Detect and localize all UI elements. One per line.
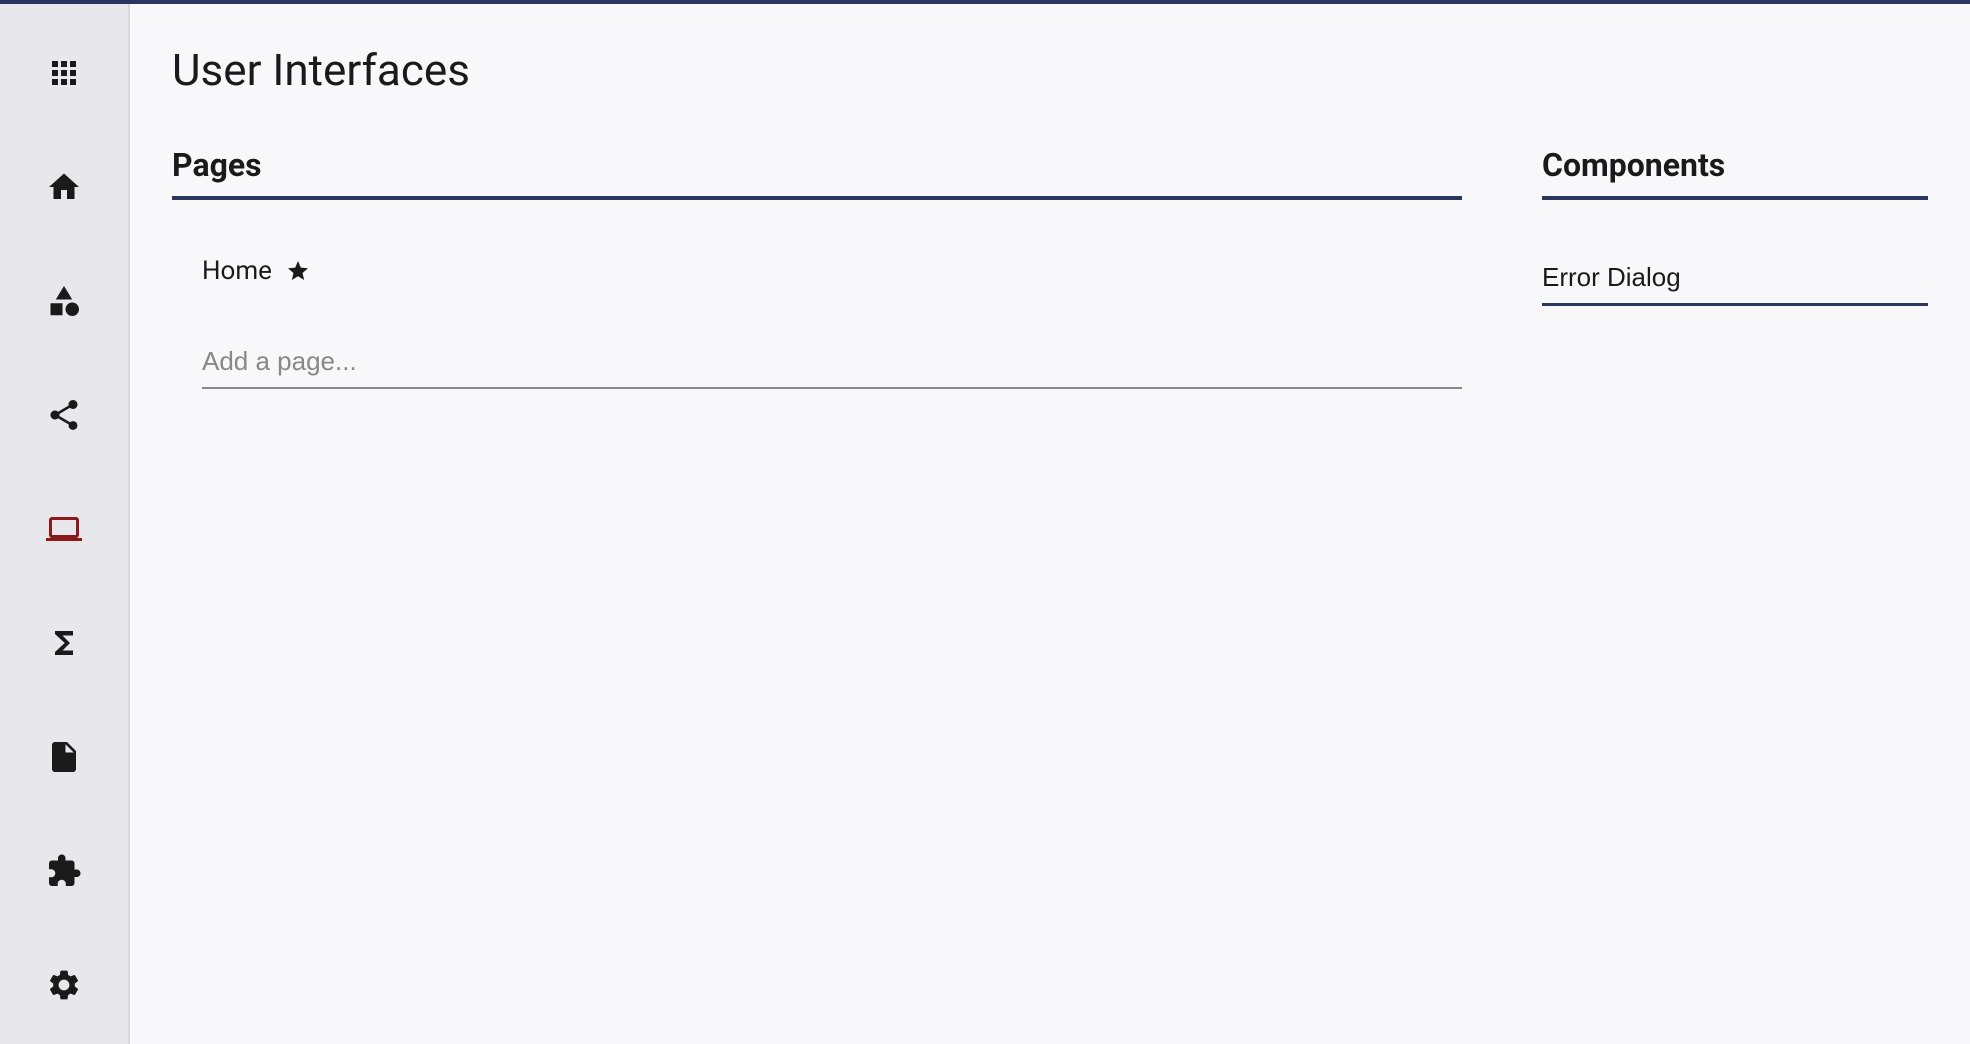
page-label: Home <box>202 256 272 286</box>
page-title: User Interfaces <box>172 44 1928 96</box>
extension-icon <box>46 853 82 889</box>
component-name-input[interactable] <box>1542 256 1928 306</box>
apps-icon <box>46 55 82 91</box>
settings-icon <box>46 967 82 1003</box>
pages-column: Pages Home <box>172 146 1462 389</box>
components-column: Components <box>1542 146 1928 389</box>
sidebar-item-settings[interactable] <box>43 964 85 1006</box>
sidebar-item-home[interactable] <box>43 166 85 208</box>
sidebar-item-ui[interactable] <box>43 508 85 550</box>
sidebar-item-extension[interactable] <box>43 850 85 892</box>
components-heading: Components <box>1542 146 1928 200</box>
star-icon <box>286 259 310 283</box>
share-icon <box>46 397 82 433</box>
shapes-icon <box>46 283 82 319</box>
sidebar <box>0 4 130 1044</box>
sidebar-item-file[interactable] <box>43 736 85 778</box>
sidebar-item-functions[interactable] <box>43 622 85 664</box>
sidebar-item-share[interactable] <box>43 394 85 436</box>
sidebar-item-apps[interactable] <box>43 52 85 94</box>
page-row-home[interactable]: Home <box>172 256 1462 286</box>
columns: Pages Home Components <box>172 146 1928 389</box>
main-content: User Interfaces Pages Home Components <box>130 4 1970 1044</box>
home-icon <box>46 169 82 205</box>
laptop-icon <box>46 511 82 547</box>
pages-heading: Pages <box>172 146 1462 200</box>
sidebar-item-shapes[interactable] <box>43 280 85 322</box>
sigma-icon <box>46 625 82 661</box>
add-page-input[interactable] <box>202 340 1462 389</box>
file-icon <box>46 739 82 775</box>
